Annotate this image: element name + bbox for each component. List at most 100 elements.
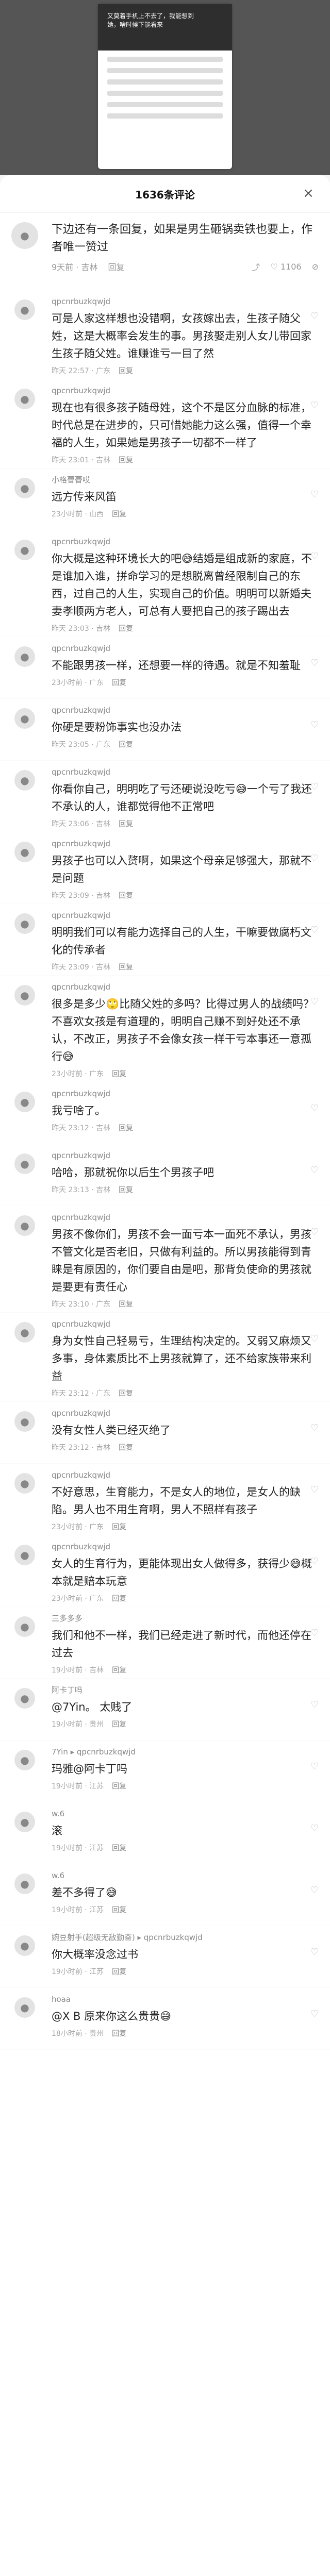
like-button[interactable]: ♡	[310, 658, 319, 668]
like-button[interactable]: ♡	[310, 853, 319, 864]
avatar[interactable]: ●	[14, 1215, 35, 1236]
reply-button[interactable]: 回复	[119, 623, 133, 633]
reply-button[interactable]: 回复	[112, 677, 126, 688]
avatar[interactable]: ●	[14, 1411, 35, 1432]
like-button[interactable]: ♡ 1106	[270, 262, 301, 272]
comment-username[interactable]: qpcnrbuzkqwjd	[52, 1149, 318, 1162]
like-button[interactable]: ♡	[310, 551, 319, 562]
avatar[interactable]: ●	[14, 1997, 35, 2018]
avatar[interactable]: ●	[14, 985, 35, 1006]
reply-button[interactable]: 回复	[112, 1521, 126, 1532]
avatar[interactable]: ●	[14, 1616, 35, 1637]
comment-username[interactable]: qpcnrbuzkqwjd	[52, 1318, 318, 1330]
share-icon[interactable]: ⤴	[252, 260, 260, 273]
reply-button[interactable]: 回复	[112, 1068, 126, 1079]
avatar[interactable]: ●	[14, 1545, 35, 1565]
avatar[interactable]: ●	[14, 913, 35, 934]
reply-button[interactable]: 回复	[119, 1388, 133, 1398]
reply-button[interactable]: 回复	[112, 1904, 126, 1915]
reply-button[interactable]: 回复	[112, 1966, 126, 1977]
reply-button[interactable]: 回复	[112, 1781, 126, 1791]
like-button[interactable]: ♡	[310, 2009, 319, 2019]
avatar[interactable]: ●	[11, 222, 38, 249]
reply-button[interactable]: 回复	[119, 739, 133, 749]
comment-username[interactable]: qpcnrbuzkqwjd	[52, 1541, 318, 1553]
reply-button[interactable]: 回复	[119, 1184, 133, 1195]
reply-button[interactable]: 回复	[119, 365, 133, 376]
comment-username[interactable]: qpcnrbuzkqwjd	[52, 1469, 318, 1481]
avatar[interactable]: ●	[14, 1473, 35, 1494]
avatar[interactable]: ●	[14, 1688, 35, 1709]
comment-username[interactable]: 小格瞢瞢哎	[52, 474, 318, 486]
comment-username[interactable]: qpcnrbuzkqwjd	[52, 981, 318, 993]
like-button[interactable]: ♡	[310, 1628, 319, 1638]
reply-button[interactable]: 回复	[119, 962, 133, 972]
comment-username[interactable]: qpcnrbuzkqwjd	[52, 642, 318, 655]
reply-button[interactable]: 回复	[119, 890, 133, 900]
like-button[interactable]: ♡	[310, 720, 319, 730]
reply-button[interactable]: 回复	[108, 260, 124, 273]
avatar[interactable]: ●	[14, 540, 35, 560]
dislike-icon[interactable]: ⊘	[312, 262, 319, 272]
reply-button[interactable]: 回复	[119, 1299, 133, 1309]
like-button[interactable]: ♡	[310, 1885, 319, 1896]
comment-username[interactable]: qpcnrbuzkqwjd	[52, 766, 318, 778]
like-button[interactable]: ♡	[310, 1761, 319, 1772]
avatar[interactable]: ●	[14, 1092, 35, 1112]
comment-username[interactable]: qpcnrbuzkqwjd	[52, 1407, 318, 1419]
avatar[interactable]: ●	[14, 1812, 35, 1832]
comment-username[interactable]: qpcnrbuzkqwjd	[52, 909, 318, 922]
comment-username[interactable]: qpcnrbuzkqwjd	[52, 1088, 318, 1100]
like-button[interactable]: ♡	[310, 1227, 319, 1237]
avatar[interactable]: ●	[14, 1750, 35, 1770]
reply-button[interactable]: 回复	[119, 1123, 133, 1133]
avatar[interactable]: ●	[14, 1322, 35, 1343]
comment-username[interactable]: 7Yin ▸ qpcnrbuzkqwjd	[52, 1746, 318, 1758]
reply-button[interactable]: 回复	[112, 509, 126, 519]
like-button[interactable]: ♡	[310, 1103, 319, 1114]
like-button[interactable]: ♡	[310, 1333, 319, 1344]
close-icon[interactable]: ×	[300, 186, 317, 202]
reply-button[interactable]: 回复	[119, 818, 133, 829]
like-button[interactable]: ♡	[310, 1423, 319, 1433]
comment-username[interactable]: w.6	[52, 1869, 318, 1882]
like-button[interactable]: ♡	[310, 1165, 319, 1176]
like-button[interactable]: ♡	[310, 1947, 319, 1958]
avatar[interactable]: ●	[14, 842, 35, 862]
avatar[interactable]: ●	[14, 1153, 35, 1174]
reply-button[interactable]: 回复	[112, 1719, 126, 1729]
comment-username[interactable]: qpcnrbuzkqwjd	[52, 295, 318, 308]
avatar[interactable]: ●	[14, 708, 35, 729]
comment-username[interactable]: w.6	[52, 1808, 318, 1820]
reply-button[interactable]: 回复	[119, 455, 133, 465]
comment-username[interactable]: qpcnrbuzkqwjd	[52, 536, 318, 548]
like-button[interactable]: ♡	[310, 1484, 319, 1495]
reply-button[interactable]: 回复	[119, 1442, 133, 1452]
comment-username[interactable]: qpcnrbuzkqwjd	[52, 1211, 318, 1224]
avatar[interactable]: ●	[14, 1935, 35, 1956]
comment-username[interactable]: qpcnrbuzkqwjd	[52, 704, 318, 716]
avatar[interactable]: ●	[14, 770, 35, 791]
like-button[interactable]: ♡	[310, 1699, 319, 1710]
avatar[interactable]: ●	[14, 478, 35, 498]
comment-username[interactable]: qpcnrbuzkqwjd	[52, 838, 318, 850]
reply-button[interactable]: 回复	[112, 1593, 126, 1603]
avatar[interactable]: ●	[14, 299, 35, 320]
reply-button[interactable]: 回复	[112, 1843, 126, 1853]
like-button[interactable]: ♡	[310, 311, 319, 322]
like-button[interactable]: ♡	[310, 1823, 319, 1834]
comment-username[interactable]: hoaa	[52, 1993, 318, 2005]
comment-username[interactable]: qpcnrbuzkqwjd	[52, 384, 318, 397]
like-button[interactable]: ♡	[310, 996, 319, 1007]
avatar[interactable]: ●	[14, 1874, 35, 1894]
reply-button[interactable]: 回复	[112, 1665, 126, 1675]
comment-username[interactable]: 阿卡丁吗	[52, 1684, 318, 1696]
like-button[interactable]: ♡	[310, 781, 319, 792]
like-button[interactable]: ♡	[310, 489, 319, 500]
comment-username[interactable]: 三多多多	[52, 1612, 318, 1625]
like-button[interactable]: ♡	[310, 400, 319, 411]
avatar[interactable]: ●	[14, 646, 35, 667]
reply-button[interactable]: 回复	[112, 2028, 126, 2038]
like-button[interactable]: ♡	[310, 1556, 319, 1567]
comment-username[interactable]: 婉豆射手(超级无敌勤奋) ▸ qpcnrbuzkqwjd	[52, 1931, 318, 1944]
